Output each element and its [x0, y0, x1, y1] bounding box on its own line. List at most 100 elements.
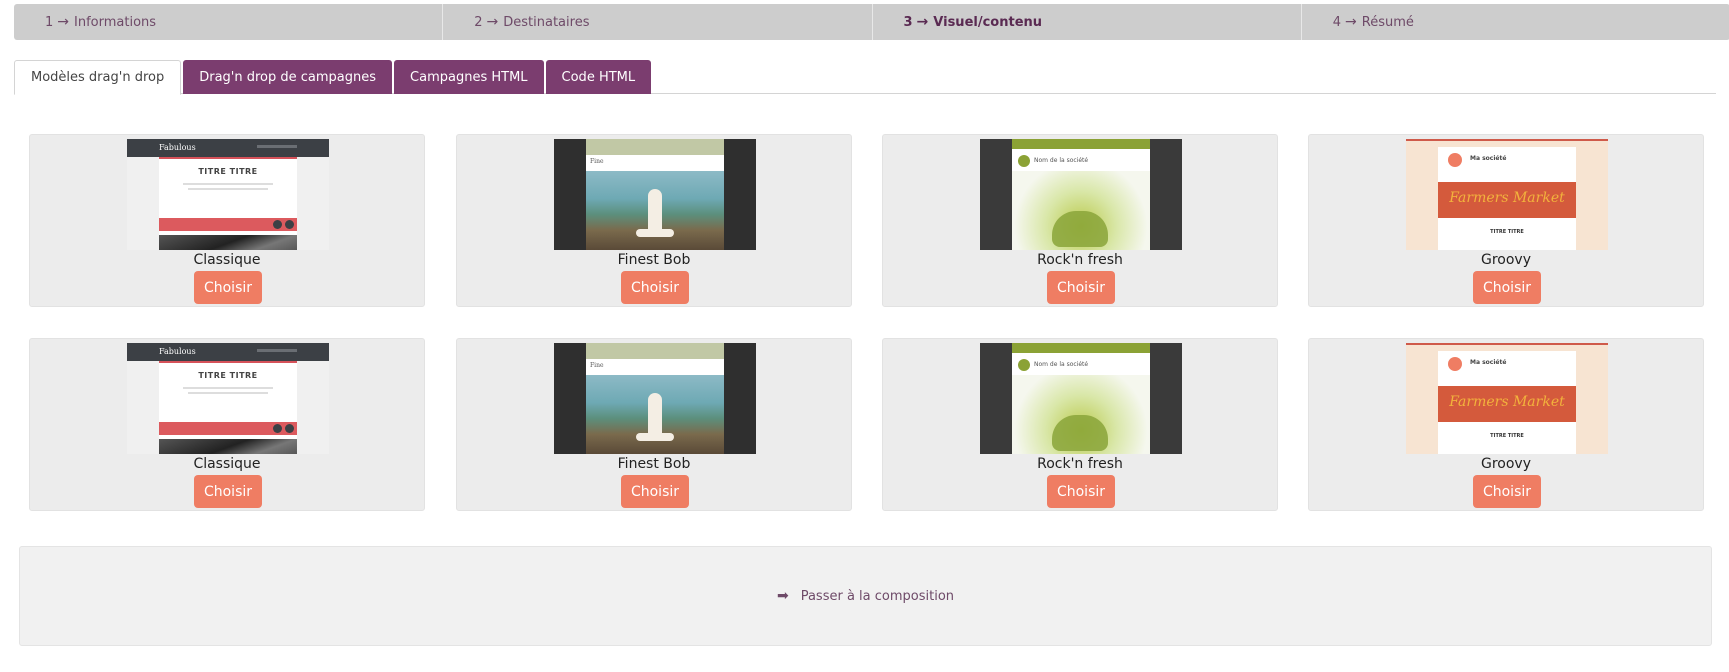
template-card-finest-bob: Fine Finest Bob Choisir	[456, 338, 852, 511]
compose-label: Passer à la composition	[800, 588, 955, 604]
choose-button[interactable]: Choisir	[1047, 475, 1115, 508]
step-informations[interactable]: 1 → Informations	[14, 4, 444, 40]
template-thumbnail[interactable]: Fabulous TITRE TITRE	[127, 139, 329, 250]
template-name: Finest Bob	[617, 252, 691, 268]
tab-dragndrop-campagnes[interactable]: Drag'n drop de campagnes	[183, 60, 393, 94]
thumb-nav: Nom de la société	[1012, 353, 1150, 375]
arrow-right-icon: →	[916, 14, 929, 30]
thumb-logo	[1018, 359, 1030, 371]
thumb-company-name: Ma société	[1470, 155, 1507, 162]
go-to-composition-link[interactable]: ➡ Passer à la composition	[777, 588, 954, 604]
thumb-banner: Farmers Market	[1438, 386, 1576, 422]
thumb-image	[159, 235, 297, 250]
thumb-text-line	[188, 188, 268, 190]
thumb-text-line	[183, 183, 273, 185]
thumb-image	[159, 439, 297, 454]
thumb-body: Ma société Farmers Market TITRE TITRE	[1438, 147, 1576, 250]
thumb-header	[127, 139, 329, 157]
thumb-text-line	[188, 392, 268, 394]
template-name: Rock'n fresh	[1037, 456, 1123, 472]
template-thumbnail[interactable]: Nom de la société	[980, 139, 1182, 250]
thumb-title: TITRE TITRE	[1490, 433, 1524, 439]
thumb-figure-legs	[636, 229, 674, 237]
thumb-banner-text: Farmers Market	[1449, 190, 1565, 206]
template-thumbnail[interactable]: Ma société Farmers Market TITRE TITRE	[1406, 139, 1608, 250]
thumb-text-line	[183, 387, 273, 389]
template-card-rockn-fresh: Nom de la société Rock'n fresh Choisir	[882, 134, 1278, 307]
template-card-classique: Fabulous TITRE TITRE Classique Choisir	[29, 134, 425, 307]
thumb-header	[586, 139, 724, 155]
twitter-icon	[285, 424, 294, 433]
template-thumbnail[interactable]: Fine	[554, 343, 756, 454]
thumb-image	[1012, 171, 1150, 250]
thumb-logo	[1448, 357, 1462, 371]
template-card-classique: Fabulous TITRE TITRE Classique Choisir	[29, 338, 425, 511]
thumb-nav: Fine	[586, 155, 724, 171]
thumb-header	[127, 343, 329, 361]
choose-button[interactable]: Choisir	[621, 475, 689, 508]
thumb-figure-legs	[636, 433, 674, 441]
thumb-title: TITRE TITRE	[198, 371, 258, 380]
thumb-company-name: Nom de la société	[1034, 361, 1089, 368]
step-resume[interactable]: 4 → Résumé	[1302, 4, 1729, 40]
template-thumbnail[interactable]: Fine	[554, 139, 756, 250]
choose-button[interactable]: Choisir	[194, 271, 262, 304]
tab-code-html[interactable]: Code HTML	[545, 60, 652, 94]
thumb-logo: Fine	[590, 362, 604, 369]
thumb-divider	[1406, 139, 1608, 141]
tab-campagnes-html[interactable]: Campagnes HTML	[394, 60, 544, 94]
template-name: Finest Bob	[617, 456, 691, 472]
choose-button[interactable]: Choisir	[1473, 475, 1541, 508]
step-visuel-contenu[interactable]: 3 → Visuel/contenu	[873, 4, 1302, 40]
template-thumbnail[interactable]: Nom de la société	[980, 343, 1182, 454]
tab-bar: Modèles drag'n drop Drag'n drop de campa…	[14, 60, 1716, 95]
arrow-right-icon: →	[486, 14, 499, 30]
template-name: Groovy	[1481, 456, 1531, 472]
choose-button[interactable]: Choisir	[1047, 271, 1115, 304]
template-name: Classique	[193, 456, 261, 472]
step-number: 1	[45, 14, 54, 30]
thumb-basket	[1052, 211, 1108, 247]
step-number: 4	[1332, 14, 1342, 30]
compose-panel: ➡ Passer à la composition	[19, 546, 1712, 646]
choose-button[interactable]: Choisir	[1473, 271, 1541, 304]
thumb-social-band	[159, 422, 297, 435]
thumb-divider	[1406, 343, 1608, 345]
step-label: Destinataires	[503, 14, 590, 30]
thumb-image	[1012, 375, 1150, 454]
template-card-groovy: Ma société Farmers Market TITRE TITRE Gr…	[1308, 338, 1704, 511]
thumb-image	[586, 171, 724, 250]
twitter-icon	[285, 220, 294, 229]
thumb-logo: Fabulous	[159, 143, 196, 152]
template-name: Classique	[193, 252, 261, 268]
thumb-logo	[1448, 153, 1462, 167]
step-destinataires[interactable]: 2 → Destinataires	[443, 4, 873, 40]
step-number: 3	[903, 14, 913, 30]
arrow-right-icon: ➡	[776, 588, 789, 604]
thumb-logo: Fine	[590, 158, 604, 165]
facebook-icon	[273, 424, 282, 433]
thumb-company-name: Ma société	[1470, 359, 1507, 366]
thumb-header	[586, 343, 724, 359]
template-thumbnail[interactable]: Fabulous TITRE TITRE	[127, 343, 329, 454]
facebook-icon	[273, 220, 282, 229]
thumb-header-link	[257, 349, 297, 352]
thumb-divider	[159, 361, 297, 363]
wizard-steps: 1 → Informations 2 → Destinataires 3 → V…	[14, 4, 1729, 40]
choose-button[interactable]: Choisir	[194, 475, 262, 508]
tab-modeles-dragndrop[interactable]: Modèles drag'n drop	[14, 60, 182, 95]
step-label: Informations	[74, 14, 157, 30]
choose-button[interactable]: Choisir	[621, 271, 689, 304]
thumb-divider	[159, 157, 297, 159]
thumb-social-band	[159, 218, 297, 231]
template-thumbnail[interactable]: Ma société Farmers Market TITRE TITRE	[1406, 343, 1608, 454]
thumb-logo	[1018, 155, 1030, 167]
thumb-header-link	[257, 145, 297, 148]
thumb-body: TITRE TITRE	[159, 157, 297, 250]
thumb-nav: Fine	[586, 359, 724, 375]
thumb-logo: Fabulous	[159, 347, 196, 356]
thumb-title: TITRE TITRE	[198, 167, 258, 176]
thumb-header	[1012, 139, 1150, 149]
thumb-image	[586, 375, 724, 454]
template-card-finest-bob: Fine Finest Bob Choisir	[456, 134, 852, 307]
